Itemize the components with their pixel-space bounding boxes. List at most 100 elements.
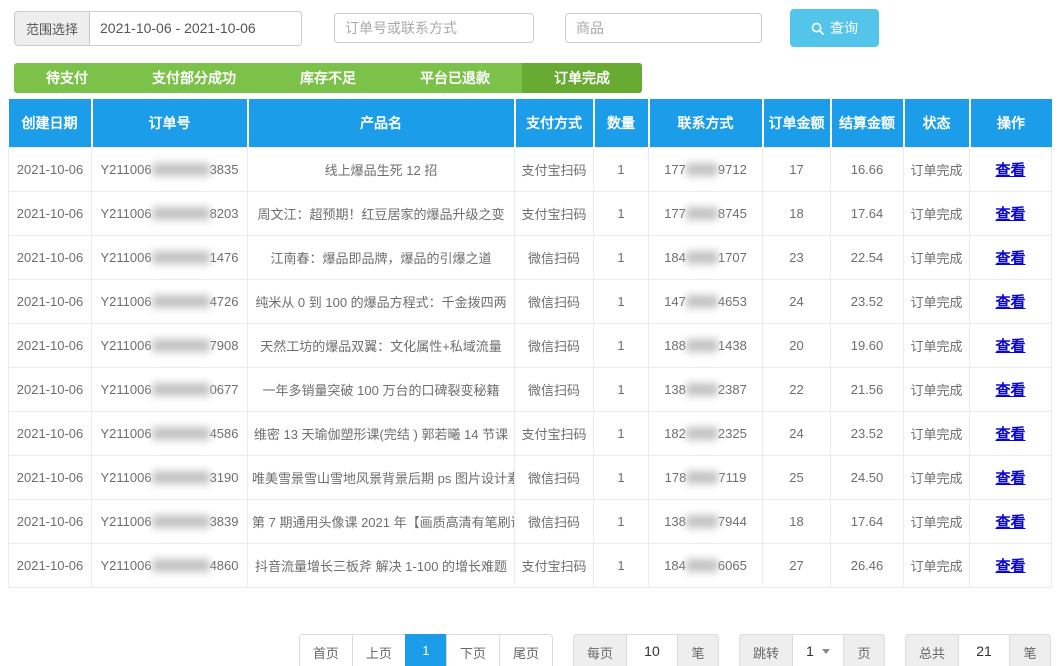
cell-settle-amount: 23.52 (831, 279, 904, 323)
col-order-number: 订单号 (92, 99, 248, 147)
date-range-input[interactable] (90, 11, 302, 46)
next-page-button[interactable]: 下页 (446, 634, 500, 666)
blurred-order-digits (152, 559, 210, 572)
view-link[interactable]: 查看 (995, 162, 1025, 179)
cell-create-date: 2021-10-06 (9, 543, 92, 587)
per-page-input[interactable]: 10 (626, 634, 678, 666)
first-page-button[interactable]: 首页 (299, 634, 353, 666)
cell-create-date: 2021-10-06 (9, 455, 92, 499)
cell-status: 订单完成 (904, 279, 970, 323)
cell-create-date: 2021-10-06 (9, 367, 92, 411)
view-link[interactable]: 查看 (995, 514, 1025, 531)
cell-create-date: 2021-10-06 (9, 235, 92, 279)
table-row: 2021-10-06 Y2110063839 第 7 期通用头像课 2021 年… (9, 499, 1052, 543)
view-link[interactable]: 查看 (995, 470, 1025, 487)
cell-settle-amount: 21.56 (831, 367, 904, 411)
blurred-order-digits (152, 383, 210, 396)
cell-status: 订单完成 (904, 147, 970, 191)
cell-status: 订单完成 (904, 411, 970, 455)
cell-action: 查看 (970, 323, 1052, 367)
cell-action: 查看 (970, 279, 1052, 323)
col-product-name: 产品名 (248, 99, 515, 147)
cell-quantity: 1 (594, 323, 649, 367)
blurred-order-digits (152, 207, 210, 220)
cell-pay-method: 微信扫码 (515, 279, 594, 323)
cell-create-date: 2021-10-06 (9, 279, 92, 323)
caret-down-icon (822, 649, 830, 654)
cell-action: 查看 (970, 235, 1052, 279)
tab-platform-refunded[interactable]: 平台已退款 (388, 63, 522, 93)
per-page-label: 每页 (573, 634, 627, 666)
col-create-date: 创建日期 (9, 99, 92, 147)
date-range-label: 范围选择 (14, 11, 90, 46)
cell-action: 查看 (970, 411, 1052, 455)
cell-pay-method: 微信扫码 (515, 323, 594, 367)
table-row: 2021-10-06 Y2110068203 周文江：超预期！红豆居家的爆品升级… (9, 191, 1052, 235)
cell-create-date: 2021-10-06 (9, 191, 92, 235)
blurred-order-digits (152, 163, 210, 176)
cell-order-amount: 24 (763, 279, 831, 323)
cell-order-number: Y2110060677 (92, 367, 248, 411)
blurred-phone-digits (686, 427, 718, 440)
blurred-phone-digits (686, 251, 718, 264)
product-search-input[interactable] (565, 13, 762, 43)
col-contact: 联系方式 (649, 99, 763, 147)
total-value: 21 (958, 634, 1010, 666)
view-link[interactable]: 查看 (995, 558, 1025, 575)
status-tab-bar: 待支付 支付部分成功 库存不足 平台已退款 订单完成 (14, 63, 642, 93)
cell-product-name: 抖音流量增长三板斧 解决 1-100 的增长难题 (248, 543, 515, 587)
jump-label: 跳转 (739, 634, 793, 666)
total-unit: 笔 (1009, 634, 1051, 666)
cell-create-date: 2021-10-06 (9, 411, 92, 455)
prev-page-button[interactable]: 上页 (352, 634, 406, 666)
cell-order-number: Y2110064860 (92, 543, 248, 587)
cell-product-name: 维密 13 天瑜伽塑形课(完结 ) 郭若曦 14 节课 (248, 411, 515, 455)
search-button-label: 查询 (830, 18, 858, 38)
cell-status: 订单完成 (904, 235, 970, 279)
cell-settle-amount: 22.54 (831, 235, 904, 279)
view-link[interactable]: 查看 (995, 250, 1025, 267)
cell-order-amount: 17 (763, 147, 831, 191)
cell-contact: 1846065 (649, 543, 763, 587)
search-icon (811, 22, 824, 35)
cell-quantity: 1 (594, 455, 649, 499)
cell-contact: 1841707 (649, 235, 763, 279)
table-row: 2021-10-06 Y2110063835 线上爆品生死 12 招 支付宝扫码… (9, 147, 1052, 191)
table-row: 2021-10-06 Y2110061476 江南春：爆品即品牌，爆品的引爆之道… (9, 235, 1052, 279)
table-header-row: 创建日期 订单号 产品名 支付方式 数量 联系方式 订单金额 结算金额 状态 操… (9, 99, 1052, 147)
cell-product-name: 纯米从 0 到 100 的爆品方程式：千金拨四两 (248, 279, 515, 323)
cell-quantity: 1 (594, 367, 649, 411)
cell-contact: 1474653 (649, 279, 763, 323)
cell-product-name: 唯美雪景雪山雪地风景背景后期 ps 图片设计素材 (248, 455, 515, 499)
tab-order-complete[interactable]: 订单完成 (522, 63, 642, 93)
blurred-phone-digits (686, 515, 718, 528)
cell-status: 订单完成 (904, 543, 970, 587)
view-link[interactable]: 查看 (995, 426, 1025, 443)
total-label: 总共 (905, 634, 959, 666)
cell-action: 查看 (970, 499, 1052, 543)
view-link[interactable]: 查看 (995, 294, 1025, 311)
jump-group: 跳转 1 页 (739, 634, 885, 666)
blurred-order-digits (152, 471, 210, 484)
view-link[interactable]: 查看 (995, 206, 1025, 223)
cell-order-number: Y2110063835 (92, 147, 248, 191)
page-nav-group: 首页 上页 1 下页 尾页 (299, 634, 553, 666)
tab-pending-payment[interactable]: 待支付 (14, 63, 120, 93)
orders-table: 创建日期 订单号 产品名 支付方式 数量 联系方式 订单金额 结算金额 状态 操… (8, 99, 1052, 588)
date-range-group: 范围选择 (14, 11, 302, 46)
cell-contact: 1822325 (649, 411, 763, 455)
search-button[interactable]: 查询 (790, 9, 879, 47)
cell-order-number: Y2110067908 (92, 323, 248, 367)
cell-order-amount: 27 (763, 543, 831, 587)
order-search-input[interactable] (334, 13, 534, 43)
cell-pay-method: 微信扫码 (515, 235, 594, 279)
current-page-button[interactable]: 1 (405, 634, 447, 666)
cell-action: 查看 (970, 543, 1052, 587)
last-page-button[interactable]: 尾页 (499, 634, 553, 666)
tab-out-of-stock[interactable]: 库存不足 (268, 63, 388, 93)
cell-quantity: 1 (594, 147, 649, 191)
view-link[interactable]: 查看 (995, 338, 1025, 355)
jump-page-select[interactable]: 1 (792, 634, 844, 666)
view-link[interactable]: 查看 (995, 382, 1025, 399)
tab-partial-payment[interactable]: 支付部分成功 (120, 63, 268, 93)
